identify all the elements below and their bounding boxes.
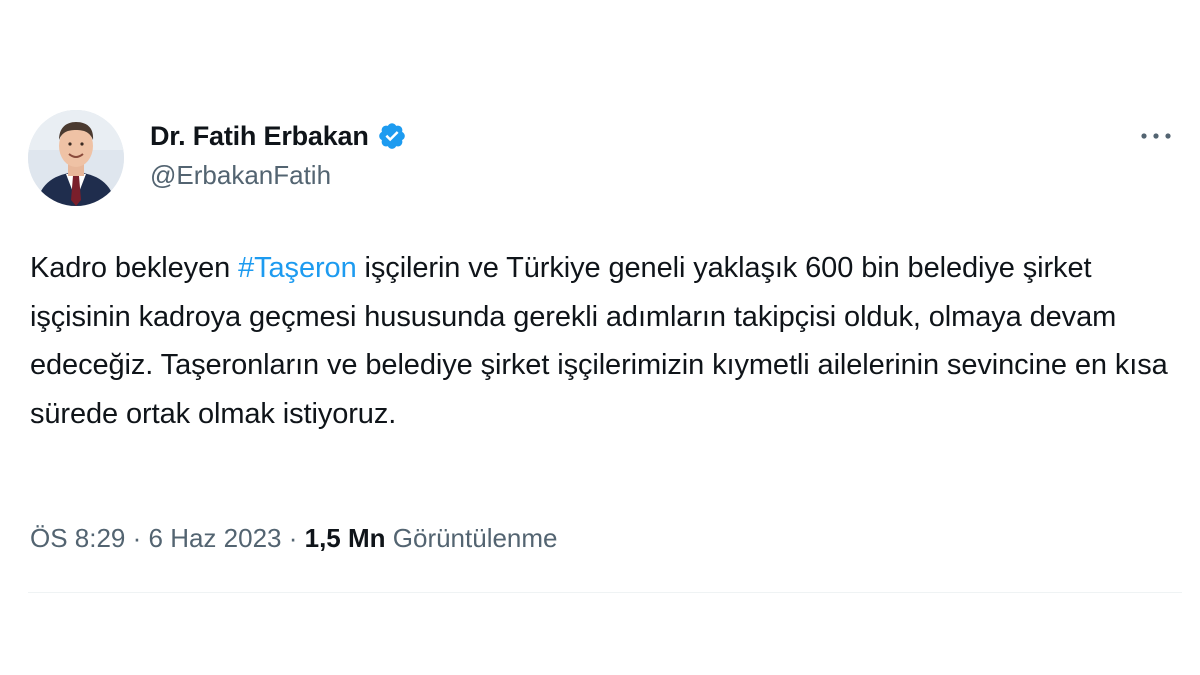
tweet-text: Kadro bekleyen #Taşeron işçilerin ve Tür… <box>30 244 1170 438</box>
tweet-text-part: Kadro bekleyen <box>30 252 239 284</box>
hashtag-link[interactable]: #Taşeron <box>238 252 357 284</box>
views-label: Görüntülenme <box>385 522 558 553</box>
author-handle[interactable]: @ErbakanFatih <box>150 160 331 191</box>
views-count[interactable]: 1,5 Mn <box>305 523 386 554</box>
verified-badge-icon <box>377 121 407 151</box>
divider <box>28 592 1182 593</box>
meta-separator: · <box>281 522 305 553</box>
more-horizontal-icon <box>1141 133 1171 139</box>
author-name-row[interactable]: Dr. Fatih Erbakan <box>150 118 407 154</box>
tweet-date[interactable]: 6 Haz 2023 <box>149 523 282 554</box>
meta-separator: · <box>125 522 149 553</box>
more-options-button[interactable] <box>1130 118 1182 154</box>
profile-photo <box>28 110 124 206</box>
avatar[interactable] <box>28 110 124 206</box>
tweet-time[interactable]: ÖS 8:29 <box>30 523 125 554</box>
author-display-name[interactable]: Dr. Fatih Erbakan <box>150 121 369 152</box>
tweet-meta: ÖS 8:29 · 6 Haz 2023 · 1,5 Mn Görüntülen… <box>30 520 558 556</box>
